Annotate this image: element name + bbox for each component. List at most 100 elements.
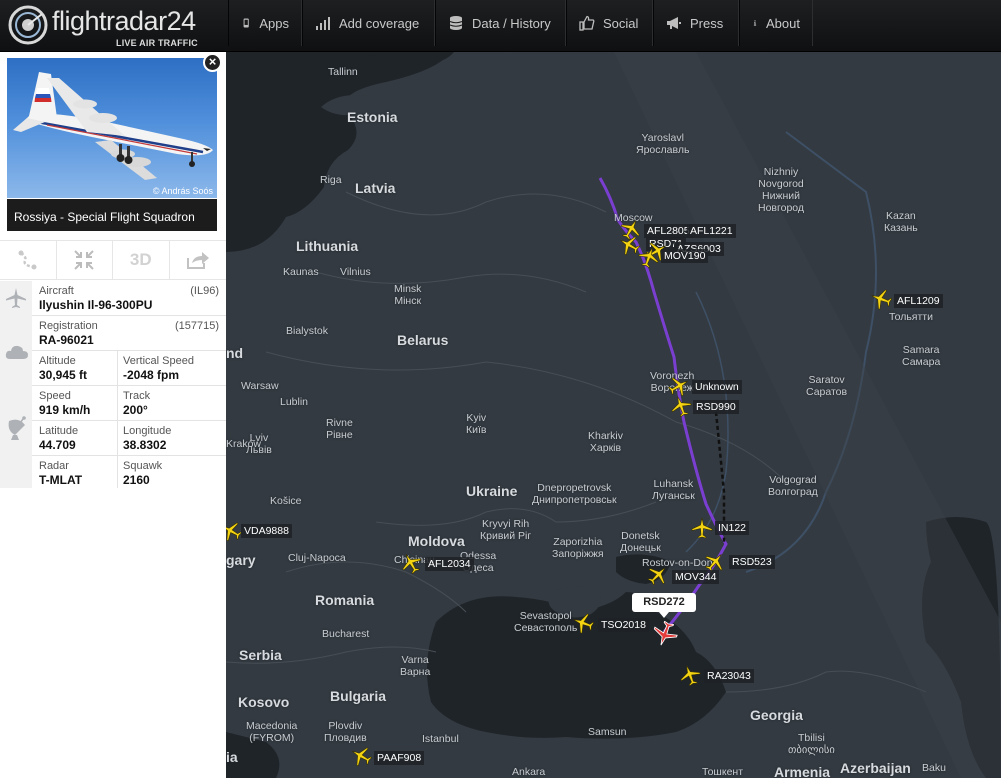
- top-bar: flightradar24 LIVE AIR TRAFFIC Apps Add …: [0, 0, 1001, 52]
- flight-label[interactable]: AFL1221: [687, 224, 736, 238]
- flight-label[interactable]: RSD523: [729, 555, 775, 569]
- latitude-label: Latitude: [39, 425, 79, 437]
- place-label: Samara Самара: [902, 344, 941, 368]
- place-label: Kazan Казань: [884, 210, 918, 234]
- flight-label[interactable]: PAAF908: [374, 751, 425, 765]
- nav-data-history[interactable]: Data / History: [435, 0, 566, 46]
- nav-about[interactable]: About: [739, 0, 813, 46]
- 3d-view-button[interactable]: 3D: [113, 241, 170, 279]
- flight-label[interactable]: IN122: [715, 521, 750, 535]
- yellow-plane-icon[interactable]: [647, 564, 669, 586]
- panel-toolbar: 3D: [0, 240, 226, 280]
- altitude-label: Altitude: [39, 355, 76, 367]
- yellow-plane-icon[interactable]: [618, 234, 640, 256]
- place-label: Tbilisi თბილისი: [788, 732, 835, 756]
- flight-label[interactable]: MOV344: [672, 570, 720, 584]
- flight-label[interactable]: Unknown: [692, 380, 742, 394]
- aircraft-photo[interactable]: © András Soós: [7, 58, 217, 198]
- airplane-icon: [6, 288, 26, 308]
- track-label: Track: [123, 390, 151, 402]
- place-label: Plovdiv Пловдив: [324, 720, 367, 744]
- longitude-label: Longitude: [123, 425, 172, 437]
- nav-social[interactable]: Social: [566, 0, 653, 46]
- place-label: Тошкент: [702, 766, 744, 778]
- place-label: Kyiv Київ: [466, 412, 487, 436]
- flight-label[interactable]: RA23043: [704, 669, 754, 683]
- yellow-plane-icon[interactable]: [400, 552, 422, 574]
- database-icon: [449, 16, 463, 30]
- place-label: Tallinn: [328, 66, 358, 78]
- country-label: ia: [226, 749, 238, 765]
- country-label: Belarus: [397, 332, 449, 348]
- megaphone-icon: [667, 17, 681, 29]
- yellow-plane-icon[interactable]: [350, 745, 372, 767]
- nav-press[interactable]: Press: [653, 0, 739, 46]
- country-label: Serbia: [239, 647, 282, 663]
- main-nav: Apps Add coverage Data / History Social …: [228, 0, 813, 52]
- flight-label[interactable]: TSO2018: [598, 618, 649, 632]
- flight-details: Aircraft Ilyushin Il-96-300PU (IL96) Reg…: [0, 281, 226, 491]
- speed-label: Speed: [39, 390, 71, 402]
- yellow-plane-icon[interactable]: [638, 246, 660, 268]
- route-icon: [18, 250, 37, 270]
- nav-apps-label: Apps: [259, 15, 289, 31]
- zoom-to-flight-button[interactable]: [57, 241, 113, 279]
- shrink-icon: [74, 250, 94, 270]
- place-label: Nizhniy Novgorod Нижний Новгород: [758, 166, 805, 214]
- flight-label[interactable]: MOV190: [661, 249, 709, 263]
- info-icon: [753, 20, 757, 26]
- yellow-plane-icon[interactable]: [670, 395, 692, 417]
- yellow-plane-icon[interactable]: [226, 520, 242, 542]
- radar-row: Radar T-MLAT Squawk 2160: [0, 456, 226, 491]
- flight-label[interactable]: AFL2805: [644, 224, 693, 238]
- nav-apps[interactable]: Apps: [228, 0, 302, 46]
- country-label: Latvia: [355, 180, 396, 196]
- altitude-row: Altitude 30,945 ft Vertical Speed -2048 …: [0, 345, 226, 386]
- place-label: Ankara: [512, 766, 546, 778]
- nav-add-coverage[interactable]: Add coverage: [302, 0, 435, 46]
- country-label: Bulgaria: [330, 688, 387, 704]
- place-label: Kraków: [226, 438, 262, 450]
- yellow-plane-icon[interactable]: [679, 664, 701, 686]
- signal-bars-icon: [316, 17, 330, 30]
- selected-red-plane-icon[interactable]: [652, 621, 678, 647]
- aircraft-row: Aircraft Ilyushin Il-96-300PU (IL96): [0, 281, 226, 316]
- nav-press-label: Press: [690, 15, 724, 31]
- place-label: Košice: [270, 495, 302, 507]
- place-label: Kharkiv Харків: [588, 430, 624, 454]
- registration-code: (157715): [174, 320, 219, 332]
- logo[interactable]: flightradar24 LIVE AIR TRAFFIC: [6, 4, 198, 48]
- yellow-plane-icon[interactable]: [691, 517, 713, 539]
- flight-map[interactable]: Estonia Latvia Lithuania Belarus Ukraine…: [226, 52, 1001, 778]
- country-label: Lithuania: [296, 238, 359, 254]
- nav-data-history-label: Data / History: [472, 15, 551, 31]
- place-label: Vilnius: [340, 266, 371, 278]
- flight-label[interactable]: RSD990: [693, 400, 739, 414]
- close-panel-button[interactable]: ×: [203, 53, 222, 72]
- speed-value: 919 km/h: [39, 403, 91, 417]
- selected-flight-callout[interactable]: RSD272: [632, 593, 696, 618]
- radar-dish-icon: [8, 416, 26, 440]
- place-label: Bialystok: [286, 325, 329, 337]
- show-route-button[interactable]: [0, 241, 57, 279]
- yellow-plane-icon[interactable]: [668, 375, 690, 397]
- place-label: Bucharest: [322, 628, 370, 640]
- country-label: Georgia: [750, 707, 803, 723]
- yellow-plane-icon[interactable]: [870, 288, 892, 310]
- place-label: Baku: [922, 762, 946, 774]
- share-button[interactable]: [170, 241, 227, 279]
- yellow-plane-icon[interactable]: [572, 612, 594, 634]
- registration-row: Registration RA-96021 (157715): [0, 316, 226, 351]
- country-label: Armenia: [774, 764, 831, 778]
- country-label: Azerbaijan: [840, 760, 911, 776]
- flight-label[interactable]: AFL1209: [894, 294, 943, 308]
- flight-label[interactable]: VDA9888: [241, 524, 292, 538]
- flight-label[interactable]: AFL2034: [425, 557, 474, 571]
- brand-tagline: LIVE AIR TRAFFIC: [116, 38, 198, 48]
- place-label: Minsk Мінск: [394, 283, 422, 307]
- country-label: Ukraine: [466, 483, 518, 499]
- place-label: Saratov Саратов: [806, 374, 848, 398]
- registration-value: RA-96021: [39, 333, 94, 347]
- speed-row: Speed 919 km/h Track 200°: [0, 386, 226, 421]
- nav-social-label: Social: [603, 15, 639, 31]
